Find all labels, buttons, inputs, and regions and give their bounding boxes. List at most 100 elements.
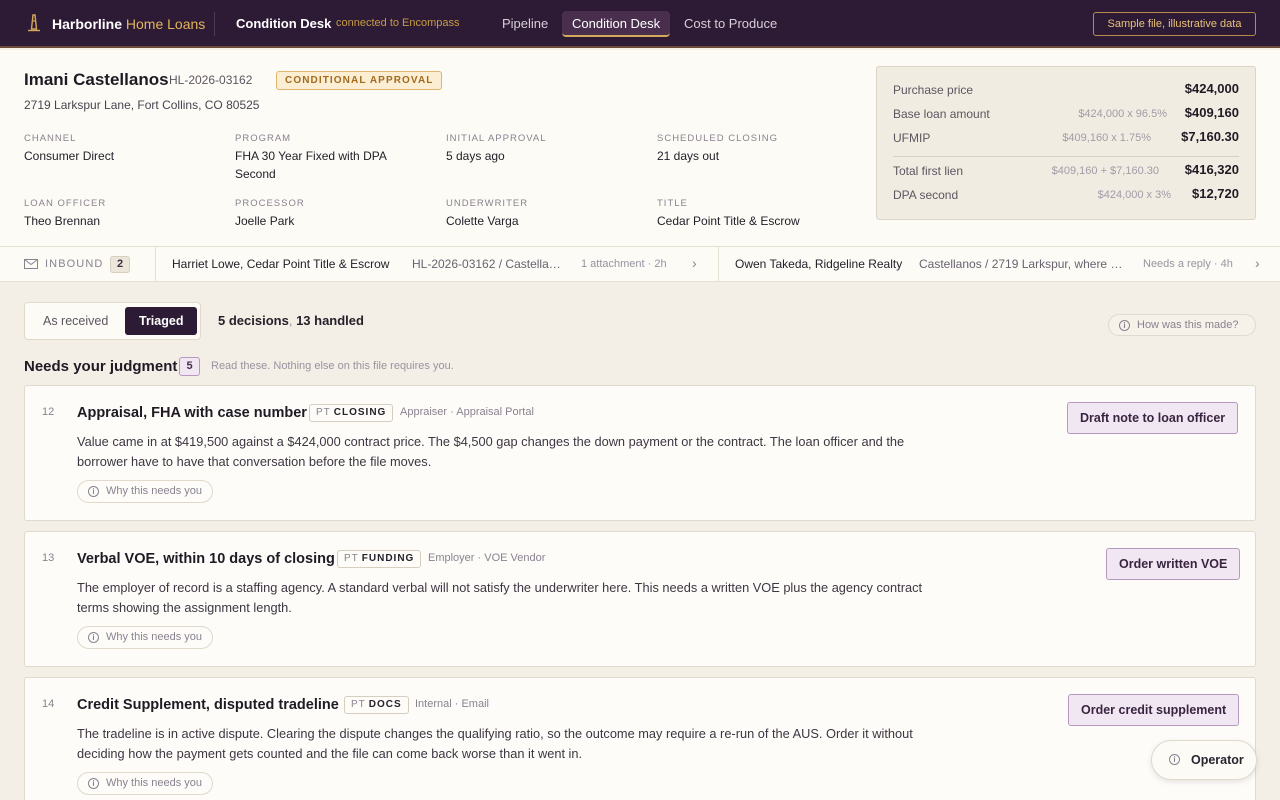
condition-title: Verbal VOE, within 10 days of closing bbox=[77, 551, 335, 567]
loan-header: Imani Castellanos HL-2026-03162 CONDITIO… bbox=[0, 50, 1280, 246]
order-credit-supplement-button[interactable]: Order credit supplement bbox=[1068, 694, 1240, 726]
summary-label: Base loan amount bbox=[893, 107, 990, 121]
field-value-program: FHA 30 Year Fixed with DPA Second bbox=[235, 149, 387, 181]
order-written-voe-button[interactable]: Order written VOE bbox=[1106, 548, 1241, 580]
why-needs-you-button[interactable]: i Why this needs you bbox=[77, 772, 213, 795]
summary-row-dpa-second: DPA second $424,000 x 3% $12,720 bbox=[893, 185, 1239, 205]
toggle-triaged[interactable]: Triaged bbox=[125, 307, 198, 335]
summary-amount: $409,160 bbox=[1184, 105, 1239, 120]
why-label: Why this needs you bbox=[106, 777, 202, 789]
summary-amount: $416,320 bbox=[1184, 162, 1239, 177]
brand-name-primary: Harborline bbox=[52, 16, 123, 32]
field-value-scheduled-closing: 21 days out bbox=[657, 149, 720, 163]
how-made-button[interactable]: i How was this made? bbox=[1108, 314, 1256, 336]
info-icon: i bbox=[88, 778, 99, 789]
message-meta: Needs a reply · 4h bbox=[1143, 258, 1233, 270]
tag-prefix: PT bbox=[351, 699, 366, 710]
field-value-initial-approval: 5 days ago bbox=[446, 149, 505, 163]
condition-tag: PT DOCS bbox=[344, 696, 409, 714]
field-label-loan-officer: LOAN OFFICER bbox=[24, 198, 107, 209]
summary-row-base-loan: Base loan amount $424,000 x 96.5% $409,1… bbox=[893, 104, 1239, 124]
why-needs-you-button[interactable]: i Why this needs you bbox=[77, 480, 213, 503]
summary-amount: $7,160.30 bbox=[1181, 129, 1239, 144]
brand-name-secondary: Home Loans bbox=[125, 16, 206, 32]
view-toggle: As received Triaged bbox=[24, 302, 201, 340]
section-hint: Read these. Nothing else on this file re… bbox=[211, 360, 454, 372]
info-icon: i bbox=[88, 632, 99, 643]
summary-label: UFMIP bbox=[893, 131, 931, 145]
field-label-initial-approval: INITIAL APPROVAL bbox=[446, 133, 547, 144]
condition-source: Internal · Email bbox=[415, 698, 489, 710]
condition-card: 13 Verbal VOE, within 10 days of closing… bbox=[24, 531, 1256, 667]
field-label-underwriter: UNDERWRITER bbox=[446, 198, 529, 209]
summary-calc: $424,000 x 3% bbox=[1097, 189, 1171, 201]
summary-row-purchase-price: Purchase price $424,000 bbox=[893, 80, 1239, 100]
condition-tag: PT FUNDING bbox=[337, 550, 422, 568]
nav-tab-condition-desk[interactable]: Condition Desk bbox=[562, 11, 671, 37]
inbound-count-badge: 2 bbox=[110, 256, 130, 273]
inbound-message[interactable]: Owen Takeda, Ridgeline Realty Castellano… bbox=[718, 247, 1280, 281]
field-value-underwriter: Colette Varga bbox=[446, 214, 519, 228]
connection-status: connected to Encompass bbox=[336, 17, 460, 29]
sample-data-badge: Sample file, illustrative data bbox=[1093, 12, 1256, 36]
chevron-right-icon: › bbox=[692, 255, 697, 271]
draft-note-button[interactable]: Draft note to loan officer bbox=[1067, 402, 1239, 434]
message-subject: HL-2026-03162 / Castellanos closing pack… bbox=[412, 257, 566, 271]
app-title: Condition Desk bbox=[236, 16, 332, 31]
field-value-channel: Consumer Direct bbox=[24, 149, 115, 163]
condition-source: Employer · VOE Vendor bbox=[428, 552, 546, 564]
divider bbox=[214, 12, 215, 36]
tag-label: CLOSING bbox=[333, 407, 387, 418]
inbound-strip: INBOUND 2 Harriet Lowe, Cedar Point Titl… bbox=[0, 246, 1280, 282]
condition-source: Appraiser · Appraisal Portal bbox=[400, 406, 534, 418]
condition-number: 13 bbox=[42, 552, 55, 564]
property-address: 2719 Larkspur Lane, Fort Collins, CO 805… bbox=[24, 98, 260, 112]
field-label-channel: CHANNEL bbox=[24, 133, 77, 144]
condition-tag: PT CLOSING bbox=[309, 404, 394, 422]
field-label-processor: PROCESSOR bbox=[235, 198, 305, 209]
borrower-name: Imani Castellanos bbox=[24, 70, 169, 89]
operator-label: Operator bbox=[1191, 753, 1244, 767]
condition-number: 14 bbox=[42, 698, 55, 710]
field-label-title: TITLE bbox=[657, 198, 688, 209]
message-subject: Castellanos / 2719 Larkspur, where are w… bbox=[919, 257, 1129, 271]
why-label: Why this needs you bbox=[106, 485, 202, 497]
summary-row-ufmip: UFMIP $409,160 x 1.75% $7,160.30 bbox=[893, 128, 1239, 148]
operator-button[interactable]: i Operator bbox=[1151, 740, 1257, 780]
field-value-loan-officer: Theo Brennan bbox=[24, 214, 101, 228]
nav-tab-pipeline[interactable]: Pipeline bbox=[492, 11, 558, 37]
summary-calc: $409,160 x 1.75% bbox=[1062, 132, 1151, 144]
tag-label: DOCS bbox=[368, 699, 402, 710]
condition-card: 14 Credit Supplement, disputed tradeline… bbox=[24, 677, 1256, 800]
loan-summary-card: Purchase price $424,000 Base loan amount… bbox=[876, 66, 1256, 220]
summary-amount: $12,720 bbox=[1192, 186, 1239, 201]
message-sender: Harriet Lowe, Cedar Point Title & Escrow bbox=[172, 257, 390, 271]
summary-label: Purchase price bbox=[893, 83, 974, 97]
condition-title: Credit Supplement, disputed tradeline bbox=[77, 697, 339, 713]
triage-stats: 5 decisions, 13 handled bbox=[218, 313, 364, 328]
inbound-message[interactable]: Harriet Lowe, Cedar Point Title & Escrow… bbox=[155, 247, 718, 281]
brand-name[interactable]: Harborline Home Loans bbox=[52, 16, 205, 32]
message-sender: Owen Takeda, Ridgeline Realty bbox=[735, 257, 903, 271]
why-label: Why this needs you bbox=[106, 631, 202, 643]
handled-count: 13 handled bbox=[296, 313, 364, 328]
loan-id: HL-2026-03162 bbox=[169, 73, 253, 87]
summary-calc: $409,160 + $7,160.30 bbox=[1051, 165, 1159, 177]
toggle-as-received[interactable]: As received bbox=[29, 307, 122, 335]
how-made-label: How was this made? bbox=[1137, 319, 1239, 331]
inbound-label: INBOUND bbox=[45, 258, 104, 270]
tag-prefix: PT bbox=[344, 553, 359, 564]
why-needs-you-button[interactable]: i Why this needs you bbox=[77, 626, 213, 649]
info-icon: i bbox=[1169, 754, 1180, 765]
decisions-count: 5 decisions bbox=[218, 313, 289, 328]
summary-divider bbox=[893, 156, 1239, 157]
nav-tab-cost-to-produce[interactable]: Cost to Produce bbox=[674, 11, 787, 37]
field-label-scheduled-closing: SCHEDULED CLOSING bbox=[657, 133, 778, 144]
condition-description: The tradeline is in active dispute. Clea… bbox=[77, 726, 913, 761]
section-count-badge: 5 bbox=[179, 357, 200, 376]
field-label-program: PROGRAM bbox=[235, 133, 292, 144]
summary-label: Total first lien bbox=[893, 164, 964, 178]
status-badge: CONDITIONAL APPROVAL bbox=[276, 71, 443, 90]
condition-description: The employer of record is a staffing age… bbox=[77, 580, 923, 615]
tag-label: FUNDING bbox=[361, 553, 415, 564]
